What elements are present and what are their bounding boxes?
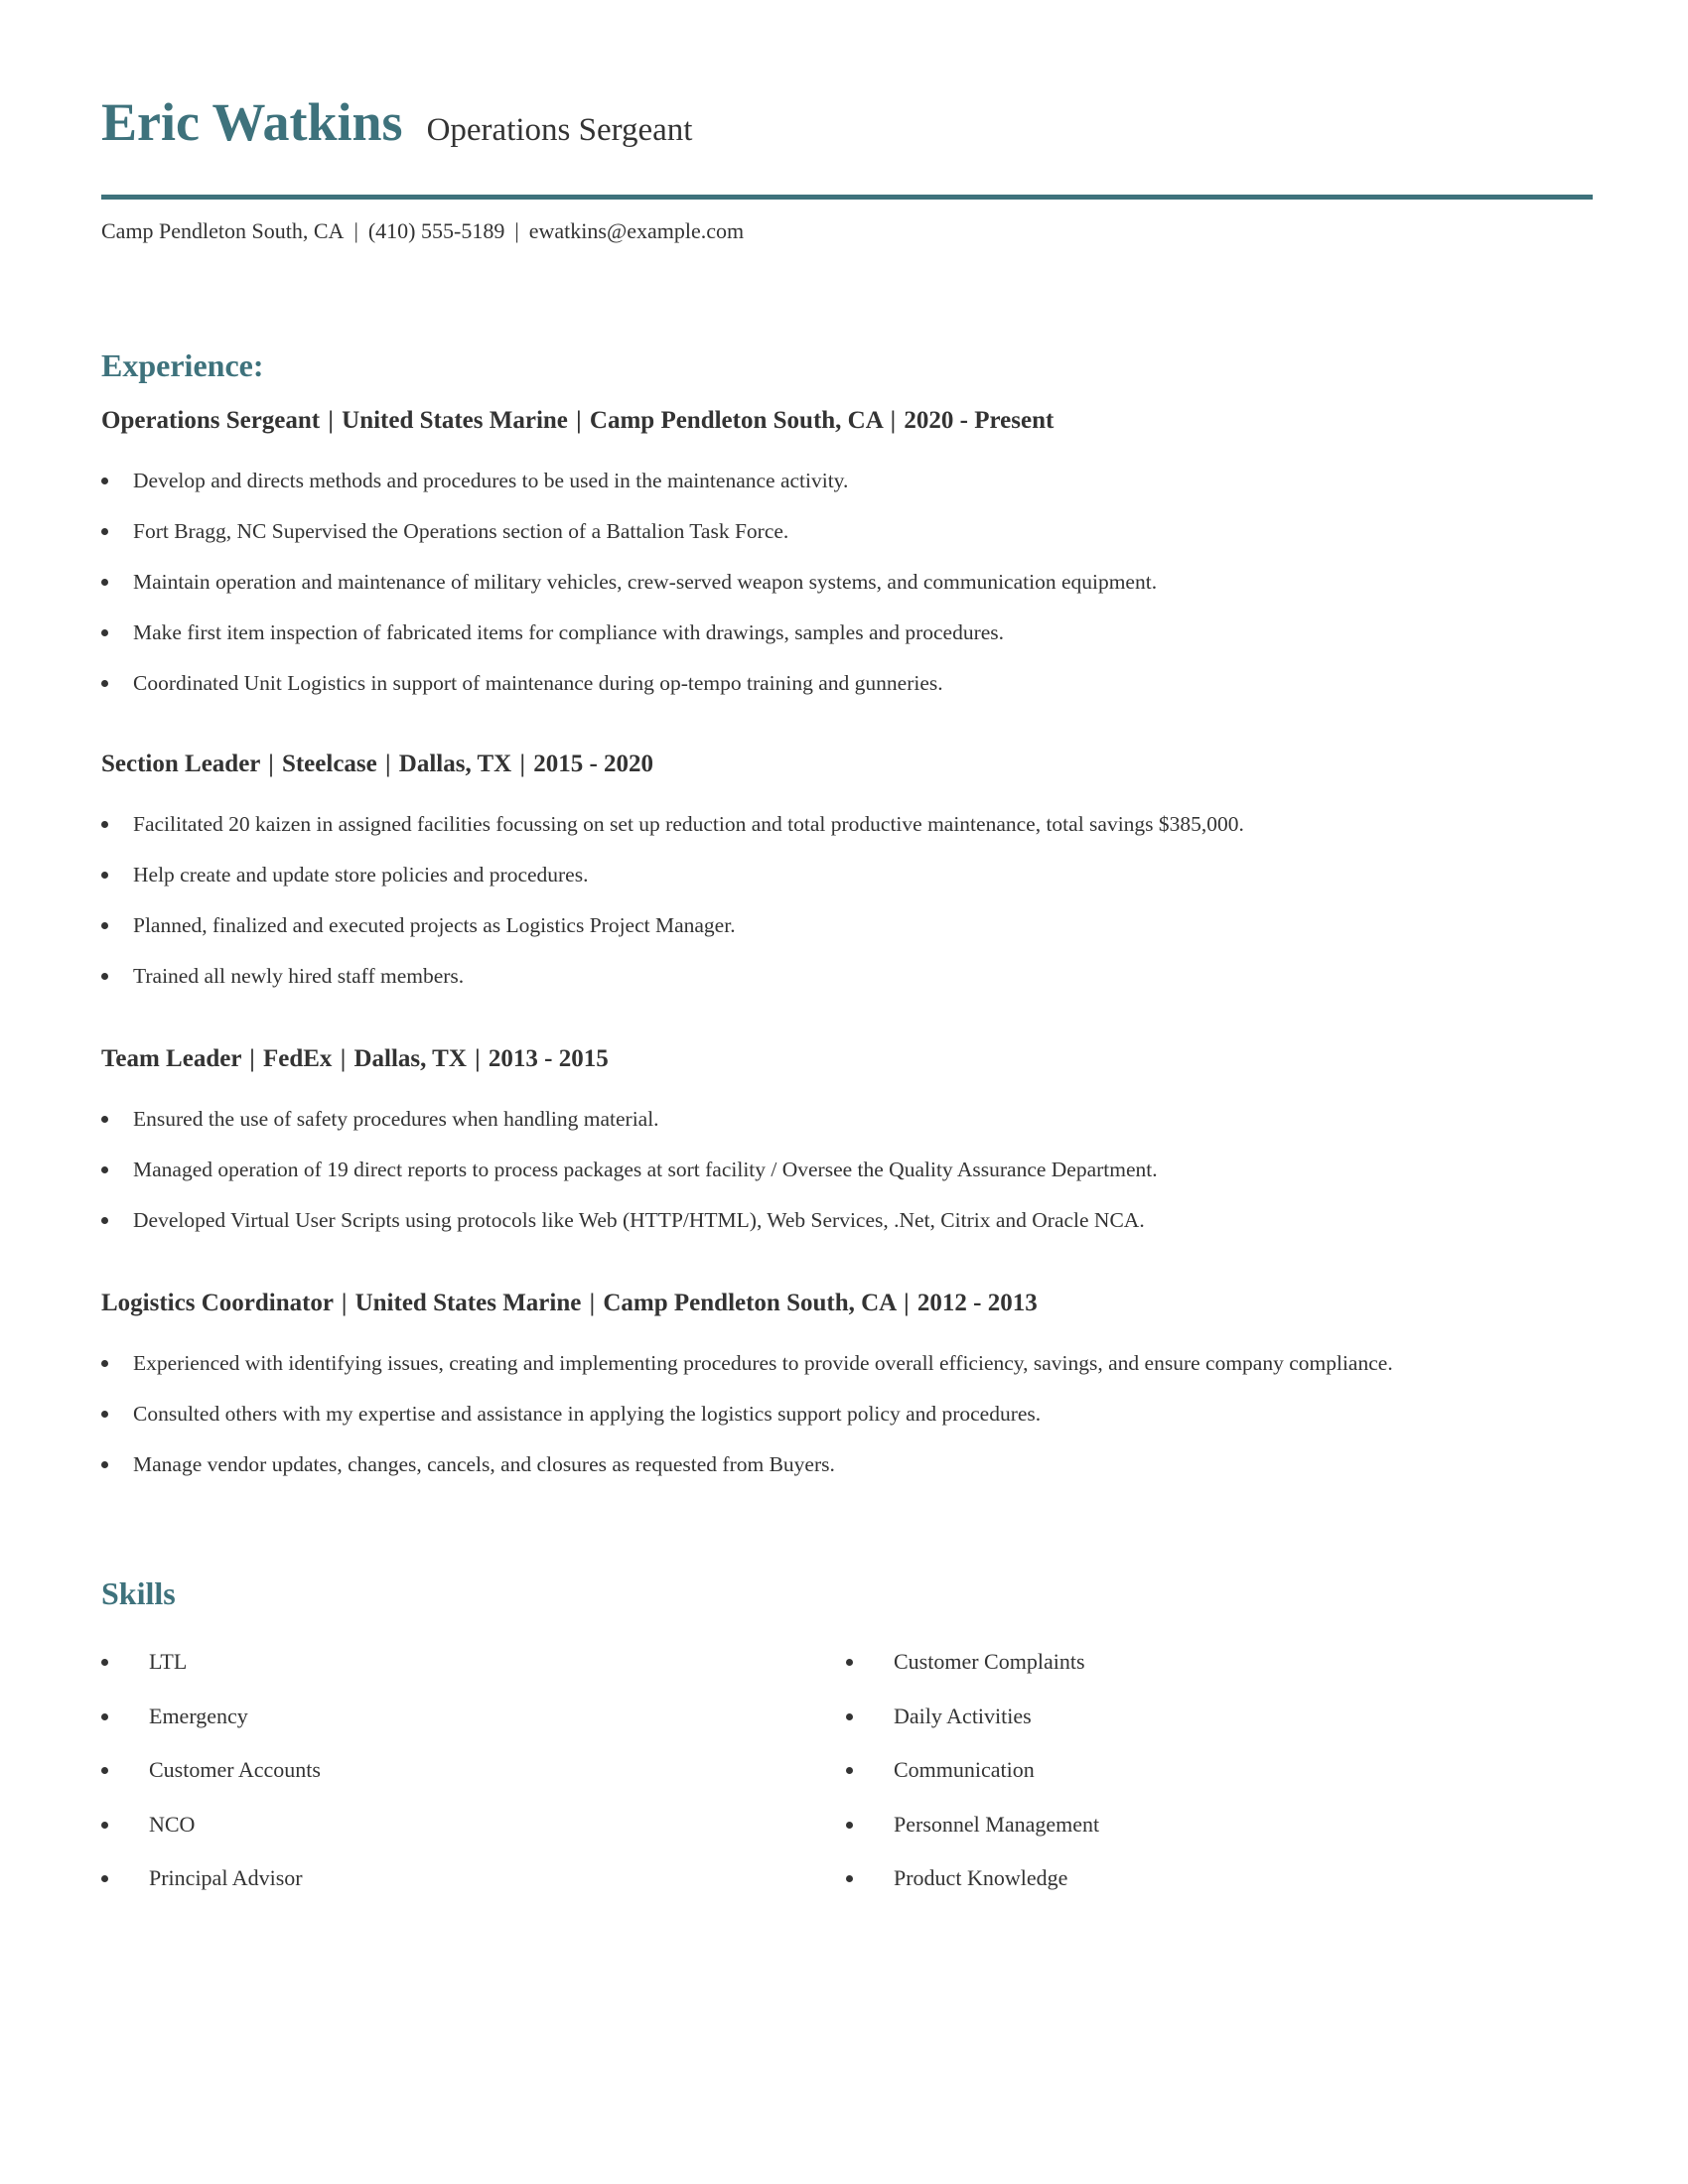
job-bullet: Help create and update store policies an… bbox=[101, 861, 1591, 911]
job-bullet: Ensured the use of safety procedures whe… bbox=[101, 1105, 1591, 1156]
job-entry: Logistics Coordinator | United States Ma… bbox=[101, 1289, 1591, 1501]
pipe-separator: | bbox=[268, 751, 274, 777]
job-bullet: Develop and directs methods and procedur… bbox=[101, 467, 1591, 517]
job-role: Team Leader bbox=[101, 1045, 241, 1072]
pipe-separator: | bbox=[249, 1045, 255, 1072]
job-bullets: Develop and directs methods and procedur… bbox=[101, 467, 1591, 720]
contact-phone: (410) 555-5189 bbox=[367, 218, 505, 243]
job-entry: Operations Sergeant | United States Mari… bbox=[101, 406, 1591, 720]
skills-column-2: Customer Complaints Daily Activities Com… bbox=[846, 1648, 1541, 1919]
job-bullet: Maintain operation and maintenance of mi… bbox=[101, 568, 1591, 618]
job-role: Logistics Coordinator bbox=[101, 1290, 334, 1316]
skill-item: Customer Complaints bbox=[846, 1648, 1541, 1703]
job-heading: Operations Sergeant | United States Mari… bbox=[101, 406, 1591, 436]
job-heading: Logistics Coordinator | United States Ma… bbox=[101, 1289, 1591, 1318]
skill-item: Personnel Management bbox=[846, 1811, 1541, 1865]
job-bullet: Facilitated 20 kaizen in assigned facili… bbox=[101, 810, 1591, 861]
job-bullets: Ensured the use of safety procedures whe… bbox=[101, 1105, 1591, 1257]
pipe-separator: | bbox=[589, 1290, 596, 1316]
job-entry: Section Leader | Steelcase | Dallas, TX … bbox=[101, 750, 1591, 1013]
skill-item: LTL bbox=[101, 1648, 796, 1703]
job-company: United States Marine bbox=[354, 1290, 582, 1316]
skill-item: Product Knowledge bbox=[846, 1864, 1541, 1919]
skill-item: Principal Advisor bbox=[101, 1864, 796, 1919]
job-location: Camp Pendleton South, CA bbox=[589, 407, 883, 434]
pipe-separator: | bbox=[576, 407, 582, 434]
job-heading: Team Leader | FedEx | Dallas, TX | 2013 … bbox=[101, 1044, 1591, 1074]
skill-item: Communication bbox=[846, 1756, 1541, 1811]
job-location: Dallas, TX bbox=[398, 751, 512, 777]
pipe-separator: | bbox=[385, 751, 391, 777]
job-location: Dallas, TX bbox=[353, 1045, 467, 1072]
job-bullet: Manage vendor updates, changes, cancels,… bbox=[101, 1450, 1591, 1501]
job-role: Operations Sergeant bbox=[101, 407, 321, 434]
job-dates: 2020 - Present bbox=[904, 407, 1055, 434]
job-bullet: Coordinated Unit Logistics in support of… bbox=[101, 669, 1591, 720]
job-dates: 2012 - 2013 bbox=[916, 1290, 1038, 1316]
pipe-separator: | bbox=[904, 1290, 910, 1316]
skill-item: NCO bbox=[101, 1811, 796, 1865]
contact-location: Camp Pendleton South, CA bbox=[101, 218, 345, 243]
job-location: Camp Pendleton South, CA bbox=[603, 1290, 896, 1316]
contact-separator: | bbox=[353, 218, 358, 243]
job-bullet: Make first item inspection of fabricated… bbox=[101, 618, 1591, 669]
pipe-separator: | bbox=[328, 407, 334, 434]
resume-header: Eric Watkins Operations Sergeant bbox=[101, 91, 692, 153]
job-bullet: Experienced with identifying issues, cre… bbox=[101, 1349, 1591, 1400]
job-heading: Section Leader | Steelcase | Dallas, TX … bbox=[101, 750, 1591, 779]
job-bullets: Facilitated 20 kaizen in assigned facili… bbox=[101, 810, 1591, 1013]
job-dates: 2013 - 2015 bbox=[488, 1045, 609, 1072]
skill-item: Customer Accounts bbox=[101, 1756, 796, 1811]
header-divider bbox=[101, 195, 1593, 200]
job-company: Steelcase bbox=[281, 751, 377, 777]
pipe-separator: | bbox=[475, 1045, 481, 1072]
pipe-separator: | bbox=[519, 751, 525, 777]
pipe-separator: | bbox=[341, 1290, 348, 1316]
contact-line: Camp Pendleton South, CA | (410) 555-5189 |… bbox=[101, 218, 744, 244]
pipe-separator: | bbox=[890, 407, 897, 434]
job-role: Section Leader bbox=[101, 751, 260, 777]
job-bullet: Fort Bragg, NC Supervised the Operations… bbox=[101, 517, 1591, 568]
job-bullet: Consulted others with my expertise and a… bbox=[101, 1400, 1591, 1450]
job-bullet: Managed operation of 19 direct reports t… bbox=[101, 1156, 1591, 1206]
job-company: FedEx bbox=[262, 1045, 333, 1072]
candidate-title: Operations Sergeant bbox=[426, 112, 693, 148]
job-dates: 2015 - 2020 bbox=[533, 751, 654, 777]
pipe-separator: | bbox=[340, 1045, 347, 1072]
job-bullet: Developed Virtual User Scripts using pro… bbox=[101, 1206, 1591, 1257]
job-bullets: Experienced with identifying issues, cre… bbox=[101, 1349, 1591, 1501]
skills-column-1: LTL Emergency Customer Accounts NCO Prin… bbox=[101, 1648, 796, 1919]
job-company: United States Marine bbox=[342, 407, 568, 434]
skills-heading: Skills bbox=[101, 1575, 176, 1611]
contact-email[interactable]: ewatkins@example.com bbox=[529, 218, 744, 243]
skill-item: Daily Activities bbox=[846, 1703, 1541, 1757]
experience-heading: Experience: bbox=[101, 347, 264, 383]
skill-item: Emergency bbox=[101, 1703, 796, 1757]
contact-separator: | bbox=[514, 218, 519, 243]
job-entry: Team Leader | FedEx | Dallas, TX | 2013 … bbox=[101, 1044, 1591, 1257]
candidate-name: Eric Watkins bbox=[101, 92, 403, 152]
job-bullet: Trained all newly hired staff members. bbox=[101, 962, 1591, 1013]
job-bullet: Planned, finalized and executed projects… bbox=[101, 911, 1591, 962]
